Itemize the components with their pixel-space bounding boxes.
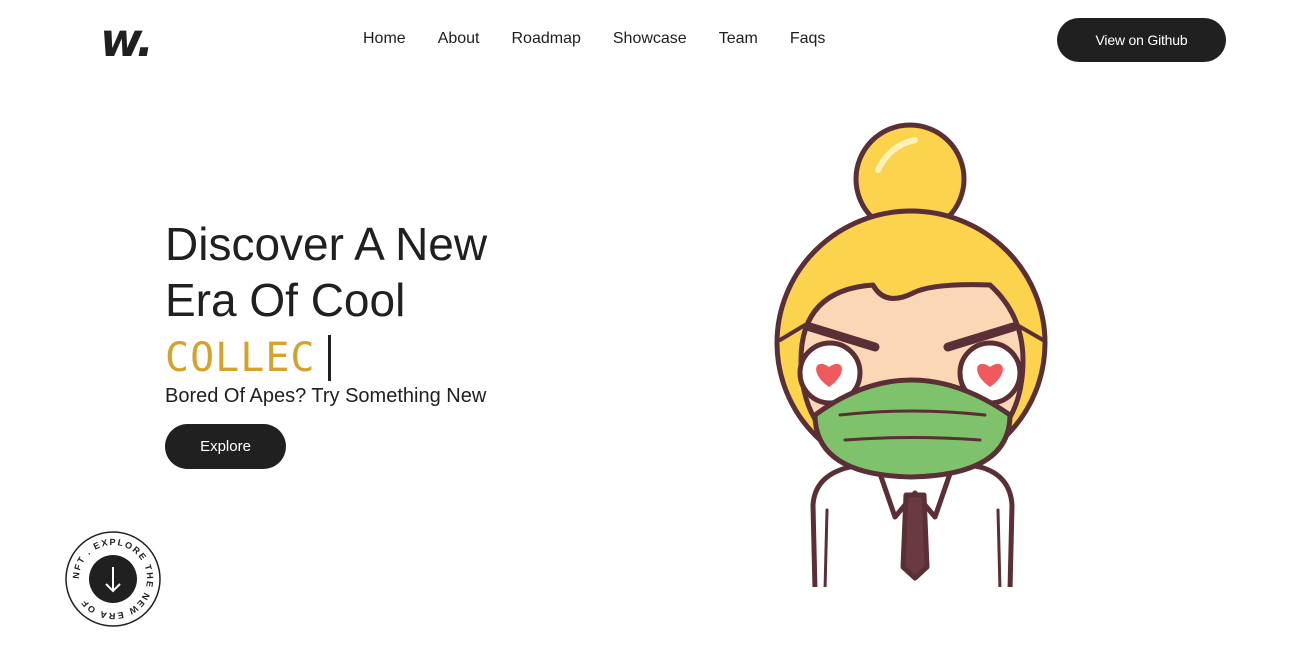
main-nav: Home About Roadmap Showcase Team Faqs [363,28,825,50]
nft-character-illustration [765,115,1065,590]
hero-subtitle: Bored Of Apes? Try Something New [165,385,487,407]
typing-caret [327,335,331,381]
brand-logo[interactable]: w. [100,14,164,66]
round-text-badge-graphic: NFT . EXPLORE THE NEW ERA OF [65,531,161,627]
nav-home[interactable]: Home [363,28,406,50]
hero-title: Discover A New Era Of Cool [165,216,585,328]
nav-about[interactable]: About [438,28,480,50]
nav-faqs[interactable]: Faqs [790,28,826,50]
explore-scroll-badge[interactable]: NFT . EXPLORE THE NEW ERA OF [65,531,161,627]
typed-heading: COLLEC [165,333,331,383]
nav-team[interactable]: Team [719,28,758,50]
explore-button[interactable]: Explore [165,424,286,469]
typed-text: COLLEC [165,335,316,381]
view-on-github-button[interactable]: View on Github [1057,18,1226,62]
nav-showcase[interactable]: Showcase [613,28,687,50]
nav-roadmap[interactable]: Roadmap [512,28,581,50]
hero-title-line1: Discover A New [165,218,488,270]
hero-title-line2: Era Of Cool [165,274,406,326]
